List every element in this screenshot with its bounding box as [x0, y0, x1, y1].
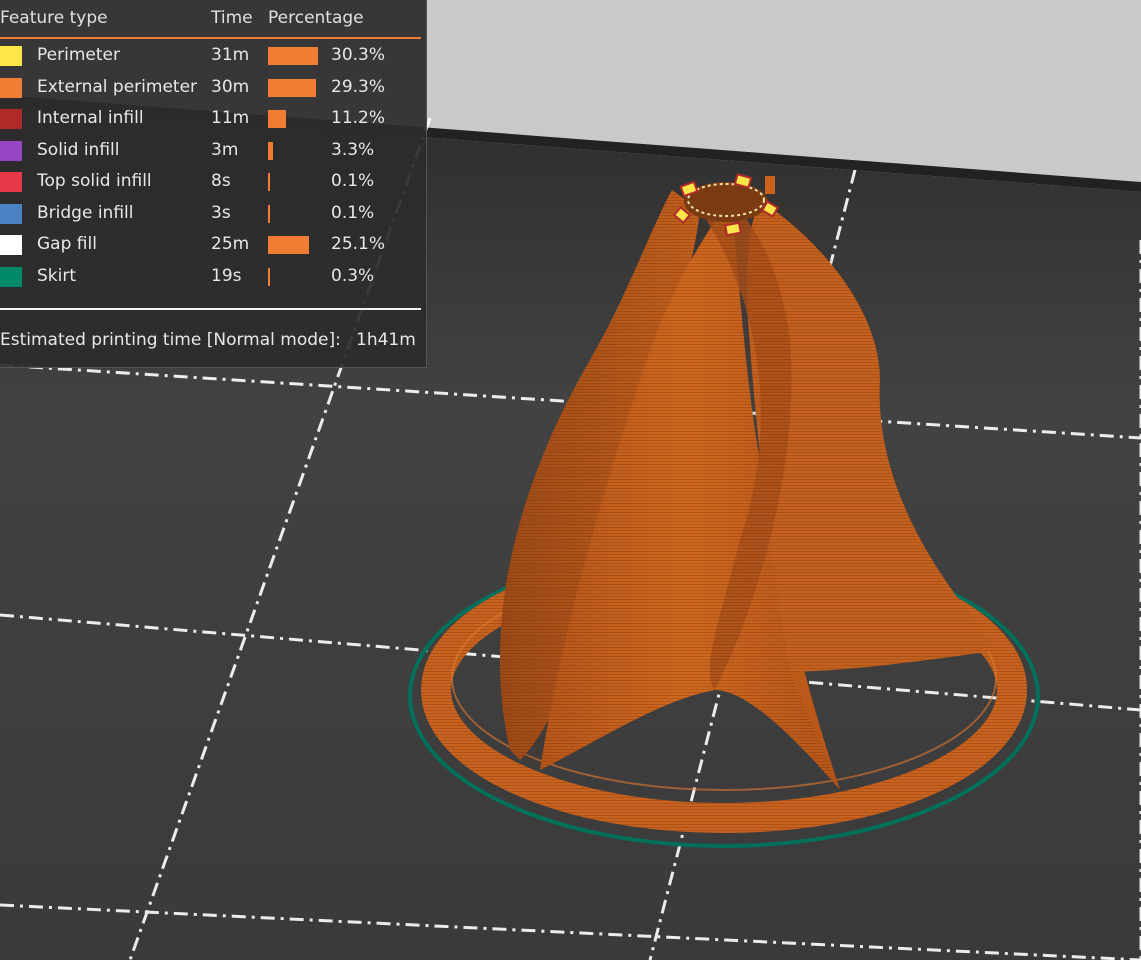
feature-percentage: 0.1%	[331, 171, 375, 191]
header-percentage: Percentage	[268, 8, 364, 28]
legend-row: External perimeter 30m 29.3%	[0, 74, 427, 102]
percentage-bar	[268, 78, 317, 97]
feature-name: Skirt	[37, 265, 77, 286]
feature-time: 11m	[211, 108, 250, 128]
color-swatch[interactable]	[0, 109, 22, 129]
percentage-bar	[268, 236, 310, 254]
legend-row: Top solid infill 8s 0.1%	[0, 168, 427, 196]
feature-time: 3s	[211, 202, 231, 223]
estimated-time-label: Estimated printing time [Normal mode]:	[0, 330, 341, 350]
header-feature-type: Feature type	[0, 8, 108, 28]
feature-percentage: 3.3%	[331, 139, 375, 160]
header-time: Time	[211, 8, 253, 28]
feature-name: Bridge infill	[37, 202, 134, 223]
feature-name: Gap fill	[37, 234, 97, 254]
feature-time: 25m	[211, 234, 250, 254]
color-swatch[interactable]	[0, 203, 22, 224]
legend-row: Perimeter 31m 30.3%	[0, 42, 427, 70]
feature-name: Solid infill	[37, 139, 120, 160]
feature-percentage: 0.3%	[331, 265, 375, 286]
percentage-bar	[268, 267, 270, 286]
legend-separator	[0, 308, 421, 310]
color-swatch[interactable]	[0, 266, 22, 287]
legend-row: Solid infill 3m 3.3%	[0, 137, 427, 165]
header-divider	[0, 37, 421, 39]
color-swatch[interactable]	[0, 172, 22, 192]
feature-time: 19s	[211, 265, 242, 286]
color-swatch[interactable]	[0, 235, 22, 255]
legend-row: Gap fill 25m 25.1%	[0, 231, 427, 259]
feature-percentage: 30.3%	[331, 45, 386, 65]
percentage-bar	[268, 47, 318, 65]
feature-name: External perimeter	[37, 76, 198, 97]
legend-row: Skirt 19s 0.3%	[0, 263, 427, 291]
feature-time: 3m	[211, 139, 239, 160]
percentage-bar	[268, 110, 287, 128]
estimated-time-value: 1h41m	[356, 330, 416, 350]
feature-percentage: 11.2%	[331, 108, 386, 128]
feature-name: Top solid infill	[37, 171, 152, 191]
feature-percentage: 0.1%	[331, 202, 375, 223]
color-swatch[interactable]	[0, 140, 22, 161]
color-swatch[interactable]	[0, 77, 22, 98]
legend-row: Bridge infill 3s 0.1%	[0, 200, 427, 228]
color-swatch[interactable]	[0, 46, 22, 66]
feature-time: 30m	[211, 76, 250, 97]
feature-name: Internal infill	[37, 108, 144, 128]
percentage-bar	[268, 141, 274, 160]
feature-percentage: 29.3%	[331, 76, 386, 97]
legend-panel: Feature type Time Percentage Perimeter 31…	[0, 0, 427, 368]
feature-percentage: 25.1%	[331, 234, 386, 254]
percentage-bar	[268, 204, 270, 223]
percentage-bar	[268, 173, 270, 191]
feature-time: 31m	[211, 45, 250, 65]
feature-name: Perimeter	[37, 45, 120, 65]
3d-viewport[interactable]: Feature type Time Percentage Perimeter 31…	[0, 0, 1141, 960]
feature-time: 8s	[211, 171, 231, 191]
legend-row: Internal infill 11m 11.2%	[0, 105, 427, 133]
